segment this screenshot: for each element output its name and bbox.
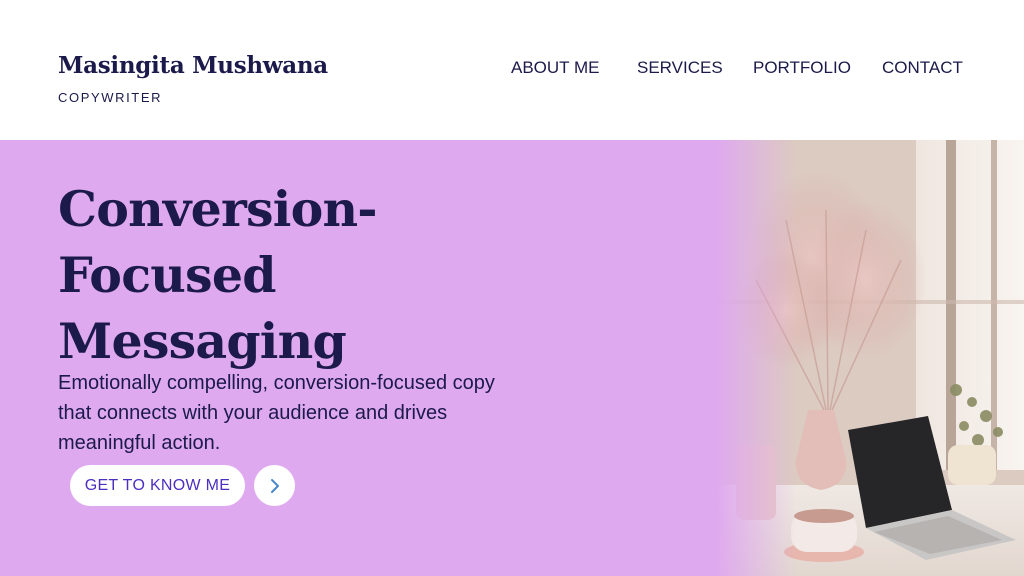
hero-headline: Conversion- Focused Messaging — [58, 176, 528, 374]
brand-tagline: COPYWRITER — [58, 90, 163, 105]
get-to-know-me-button[interactable]: GET TO KNOW ME — [70, 465, 245, 506]
site-header: Masingita Mushwana COPYWRITER ABOUT ME S… — [0, 0, 1024, 140]
brand-name[interactable]: Masingita Mushwana — [58, 52, 328, 79]
hero-headline-line: Conversion- — [58, 180, 378, 238]
hero-headline-line: Messaging — [58, 312, 347, 370]
hero-headline-line: Focused — [58, 246, 276, 304]
photo-fade — [716, 140, 796, 576]
nav-services[interactable]: SERVICES — [637, 58, 723, 78]
hero-section: Conversion- Focused Messaging Emotionall… — [0, 140, 1024, 576]
hero-description: Emotionally compelling, conversion-focus… — [58, 372, 495, 454]
nav-contact[interactable]: CONTACT — [882, 58, 963, 78]
chevron-right-icon — [270, 478, 279, 493]
next-arrow-button[interactable] — [254, 465, 295, 506]
nav-portfolio[interactable]: PORTFOLIO — [753, 58, 851, 78]
nav-about-me[interactable]: ABOUT ME — [511, 58, 599, 78]
hero-photo — [716, 140, 1024, 576]
